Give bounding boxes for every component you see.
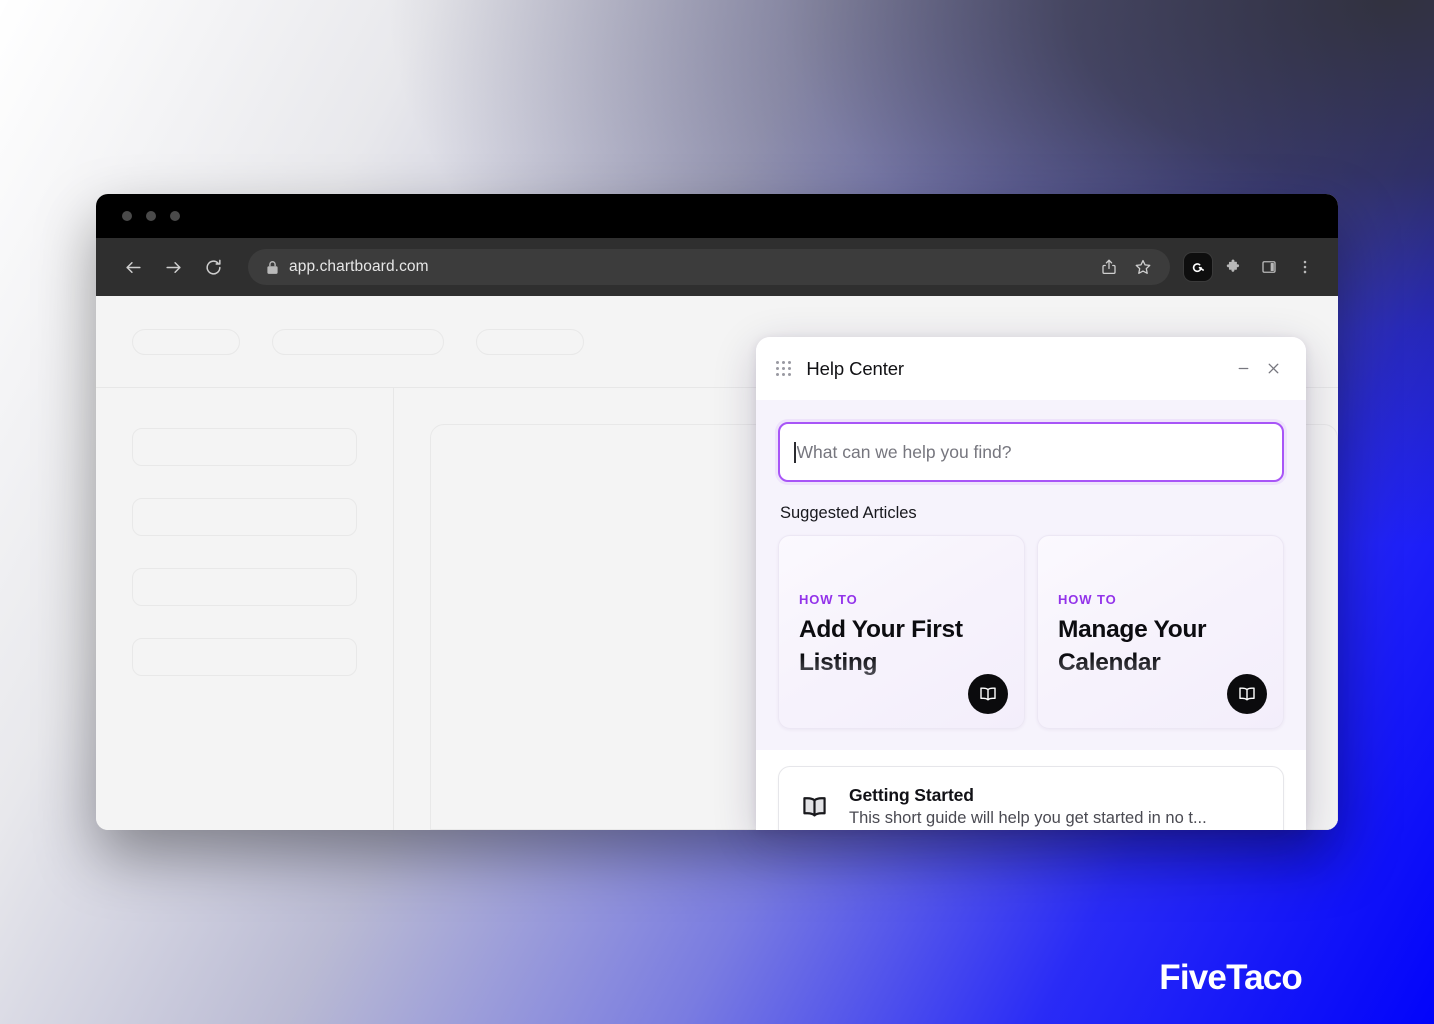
window-close-button[interactable] — [122, 211, 132, 221]
sidebar-panel-icon — [1262, 261, 1276, 273]
star-icon — [1135, 259, 1151, 274]
reload-button[interactable] — [196, 250, 230, 284]
card-title: Manage Your Calendar — [1058, 614, 1263, 680]
close-button[interactable] — [1258, 354, 1288, 384]
minimize-button[interactable] — [1228, 354, 1258, 384]
browser-titlebar — [96, 194, 1338, 238]
grid-dots-icon[interactable] — [776, 360, 792, 377]
open-book-icon — [802, 797, 826, 817]
address-bar[interactable]: app.chartboard.com — [248, 249, 1170, 285]
forward-button[interactable] — [156, 250, 190, 284]
extension-badge-button[interactable] — [1184, 253, 1212, 281]
bookmark-button[interactable] — [1126, 250, 1160, 284]
share-button[interactable] — [1092, 250, 1126, 284]
suggested-articles-heading: Suggested Articles — [780, 504, 917, 522]
help-center-body: Suggested Articles HOW TO Add Your First… — [756, 400, 1306, 830]
toolbar-extensions — [1184, 252, 1320, 282]
arrow-left-icon — [125, 261, 141, 273]
open-book-icon — [1239, 687, 1255, 701]
screenshot-stage: app.chartboard.com Help Center What can … — [0, 0, 1434, 1024]
search-input[interactable] — [796, 441, 1268, 463]
sidebar-placeholder-1 — [132, 428, 357, 466]
list-item[interactable]: Getting Started This short guide will he… — [778, 766, 1284, 830]
browser-menu-button[interactable] — [1290, 252, 1320, 282]
card-book-badge — [968, 674, 1008, 714]
sidebar-placeholder-2 — [132, 498, 357, 536]
extension-badge-icon — [1192, 262, 1204, 272]
puzzle-icon — [1226, 259, 1240, 272]
share-icon — [1102, 259, 1116, 275]
extensions-button[interactable] — [1218, 252, 1248, 282]
card-kicker: HOW TO — [799, 592, 858, 607]
fivetaco-watermark: FiveTaco — [1159, 958, 1303, 997]
lock-icon — [267, 260, 278, 274]
help-search-field[interactable] — [778, 422, 1284, 482]
window-minimize-button[interactable] — [146, 211, 156, 221]
list-item-text: Getting Started This short guide will he… — [849, 785, 1207, 828]
back-button[interactable] — [116, 250, 150, 284]
card-kicker: HOW TO — [1058, 592, 1117, 607]
sidebar-placeholder-4 — [132, 638, 357, 676]
list-item-icon — [797, 790, 831, 824]
nav-placeholder-3 — [476, 328, 584, 355]
page-sidebar — [96, 388, 394, 830]
side-panel-button[interactable] — [1254, 252, 1284, 282]
articles-panel: Getting Started This short guide will he… — [756, 750, 1306, 830]
list-item-title: Getting Started — [849, 785, 974, 805]
nav-placeholder-1 — [132, 328, 240, 355]
sidebar-placeholder-3 — [132, 568, 357, 606]
suggested-articles-list: HOW TO Add Your First Listing HOW TO Man… — [778, 535, 1284, 729]
list-item-description: This short guide will help you get start… — [849, 809, 1207, 827]
card-title: Add Your First Listing — [799, 614, 1004, 680]
help-center-header: Help Center — [756, 337, 1306, 400]
arrow-right-icon — [165, 261, 181, 273]
browser-toolbar: app.chartboard.com — [96, 238, 1338, 296]
card-book-badge — [1227, 674, 1267, 714]
nav-placeholder-2 — [272, 328, 444, 355]
close-icon — [1268, 363, 1278, 374]
help-center-title: Help Center — [806, 357, 904, 379]
article-card[interactable]: HOW TO Manage Your Calendar — [1037, 535, 1284, 729]
minimize-icon — [1238, 367, 1248, 370]
window-maximize-button[interactable] — [170, 211, 180, 221]
reload-icon — [205, 259, 221, 275]
open-book-icon — [980, 687, 996, 701]
url-text: app.chartboard.com — [289, 258, 429, 275]
text-caret — [794, 441, 796, 463]
article-card[interactable]: HOW TO Add Your First Listing — [778, 535, 1025, 729]
kebab-menu-icon — [1303, 260, 1307, 274]
help-center-widget: Help Center Suggested Articles — [756, 337, 1306, 830]
